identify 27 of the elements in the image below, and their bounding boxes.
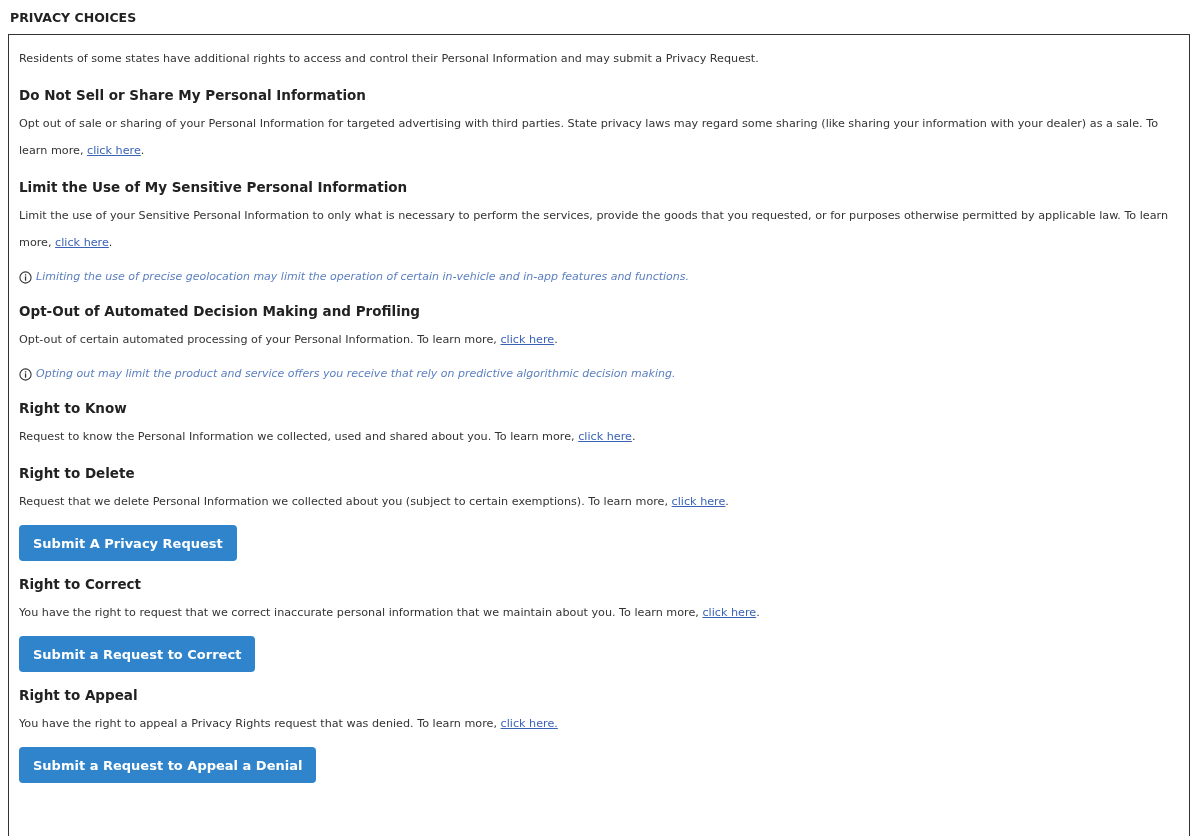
click-here-link[interactable]: click here [578, 430, 632, 443]
click-here-link[interactable]: click here. [500, 717, 558, 730]
paragraph: Request to know the Personal Information we collected, used and shared about you. To learn more, click here. [19, 429, 636, 445]
submit-button[interactable]: Submit a Request to Correct [19, 636, 256, 672]
section-heading: Right to Know [19, 399, 127, 418]
info-icon [19, 270, 32, 284]
section-heading: Do Not Sell or Share My Personal Information [19, 86, 366, 105]
section-title: PRIVACY CHOICES [10, 10, 137, 25]
section-heading: Right to Delete [19, 464, 135, 483]
info-icon [19, 367, 32, 381]
submit-button[interactable]: Submit a Request to Appeal a Denial [19, 747, 317, 783]
paragraph: Opt-out of certain automated processing of your Personal Information. To learn more, click here. [19, 332, 558, 348]
submit-button[interactable]: Submit A Privacy Request [19, 525, 237, 561]
paragraph: Opt out of sale or sharing of your Personal Information for targeted advertising with third parties. State privacy laws may regard some sharing (like sharing your information with your dealer) as a sale. To learn more, click here. [19, 116, 1159, 159]
section-heading: Limit the Use of My Sensitive Personal Information [19, 178, 408, 197]
paragraph: Request that we delete Personal Information we collected about you (subject to certain exemptions). To learn more, click here. [19, 494, 729, 510]
paragraph: You have the right to appeal a Privacy Rights request that was denied. To learn more, click here. [19, 716, 558, 732]
paragraph: You have the right to request that we correct inaccurate personal information that we maintain about you. To learn more, click here. [19, 605, 760, 621]
note-text: Opting out may limit the product and service offers you receive that rely on predictive algorithmic decision making. [36, 366, 676, 382]
note-text: Limiting the use of precise geolocation may limit the operation of certain in-vehicle and in-app features and functions. [36, 269, 689, 285]
click-here-link[interactable]: click here [87, 144, 141, 157]
section-heading: Right to Correct [19, 575, 141, 594]
section-heading: Right to Appeal [19, 686, 138, 705]
click-here-link[interactable]: click here [55, 236, 109, 249]
section-heading: Opt-Out of Automated Decision Making and Profiling [19, 302, 421, 321]
paragraph: Limit the use of your Sensitive Personal Information to only what is necessary to perform the services, provide the goods that you requested, or for purposes otherwise permitted by applicable law. To learn more, click here. [19, 208, 1170, 251]
paragraph: Residents of some states have additional rights to access and control their Personal Information and may submit a Privacy Request. [19, 51, 759, 67]
